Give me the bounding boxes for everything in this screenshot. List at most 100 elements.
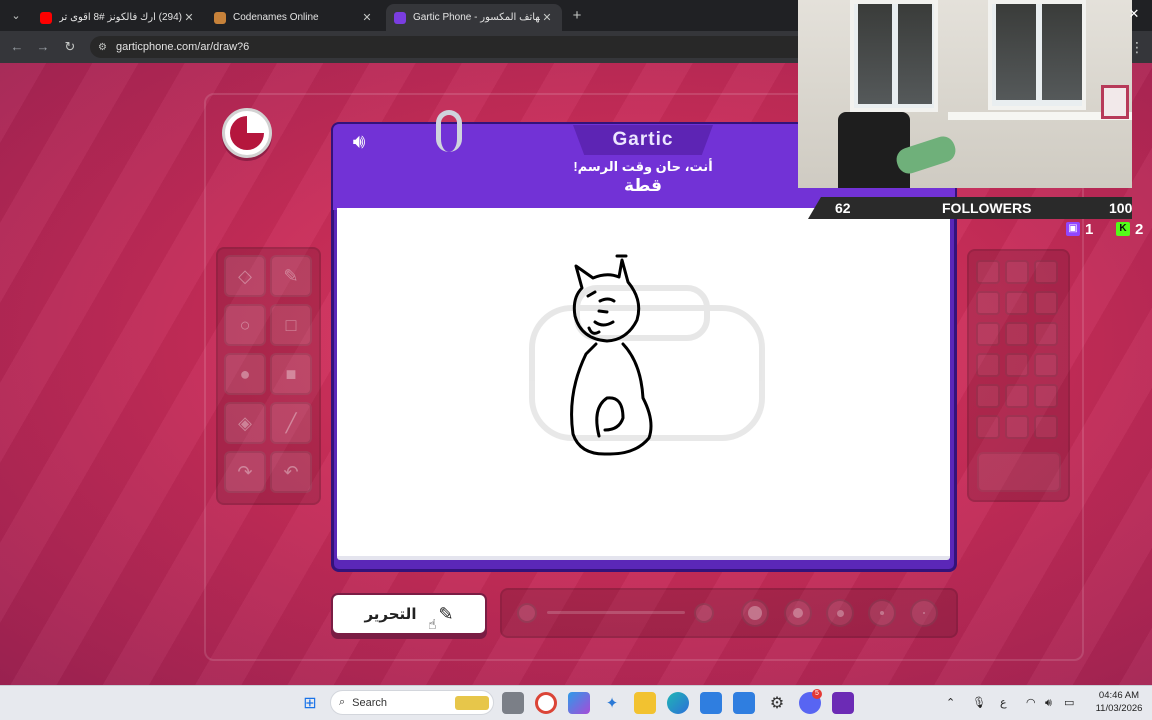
timer-progress xyxy=(230,116,264,150)
mail-icon[interactable] xyxy=(700,692,722,714)
close-icon[interactable]: ✕ xyxy=(1124,4,1144,24)
color-swatch[interactable] xyxy=(1034,322,1058,346)
watermark-logo xyxy=(529,285,765,441)
file-explorer-icon[interactable] xyxy=(634,692,656,714)
fill-bucket-tool-icon[interactable]: ◈ xyxy=(224,402,266,444)
back-arrow-icon[interactable]: ← xyxy=(8,38,26,56)
store-icon[interactable] xyxy=(733,692,755,714)
opacity-slider[interactable] xyxy=(547,611,685,614)
kick-badge: K 2 xyxy=(1116,220,1143,238)
color-swatch[interactable] xyxy=(1034,260,1058,284)
color-swatch[interactable] xyxy=(1005,353,1029,377)
brush-size-l[interactable] xyxy=(784,599,812,627)
followers-count: 62 xyxy=(835,200,851,216)
color-swatch[interactable] xyxy=(1005,322,1029,346)
color-swatch[interactable] xyxy=(976,415,1000,439)
search-placeholder: Search xyxy=(352,696,388,709)
color-swatch[interactable] xyxy=(976,353,1000,377)
undo-icon[interactable]: ↶ xyxy=(270,451,312,493)
webcam-window-left xyxy=(850,0,938,112)
system-clock[interactable]: 04:46 AM 11/03/2026 xyxy=(1094,689,1144,717)
volume-icon[interactable]: 🔊︎ xyxy=(1045,695,1052,711)
close-icon[interactable]: ✕ xyxy=(360,11,374,24)
filled-ellipse-tool-icon[interactable]: ● xyxy=(224,353,266,395)
color-swatch[interactable] xyxy=(1034,384,1058,408)
task-view-icon[interactable] xyxy=(502,692,524,714)
wifi-icon[interactable]: ◠ xyxy=(1026,695,1036,711)
kick-count: 2 xyxy=(1135,220,1144,238)
line-tool-icon[interactable]: ╱ xyxy=(270,402,312,444)
pencil-tool-icon[interactable]: ✎ xyxy=(270,255,312,297)
edit-button-label: التحرير xyxy=(364,606,417,623)
color-swatch[interactable] xyxy=(1034,353,1058,377)
eraser-tool-icon[interactable]: ◇ xyxy=(224,255,266,297)
tab-title: (294) أرك فالكونز #8 اقوى ترويح xyxy=(59,12,182,23)
tab-gartic[interactable]: Gartic Phone - الهاتف المكسور ✕ xyxy=(386,4,562,31)
codenames-icon xyxy=(214,11,226,24)
twitch-count: 1 xyxy=(1085,220,1094,238)
ellipse-tool-icon[interactable]: ○ xyxy=(224,304,266,346)
input-language[interactable]: ع xyxy=(1000,695,1007,711)
reload-icon[interactable]: ↻ xyxy=(61,38,79,56)
tray-overflow-icon[interactable]: ⌃ xyxy=(946,695,955,711)
speaker-icon[interactable]: 🔊︎ xyxy=(343,127,375,157)
followers-label: FOLLOWERS xyxy=(942,200,1032,216)
color-swatch[interactable] xyxy=(1034,291,1058,315)
kick-icon: K xyxy=(1116,222,1130,236)
close-icon[interactable]: ✕ xyxy=(182,11,196,24)
gartic-icon xyxy=(394,11,406,24)
color-swatch[interactable] xyxy=(976,384,1000,408)
draw-prompt: أنت، حان وقت الرسم! xyxy=(573,159,713,174)
new-tab-button[interactable]: + xyxy=(568,7,586,25)
brush-size-s[interactable] xyxy=(868,599,896,627)
drawing-canvas[interactable] xyxy=(337,208,950,560)
gartic-logo: Gartic xyxy=(573,125,713,155)
taskbar-search[interactable]: ⌕ Search xyxy=(330,690,494,715)
color-swatch[interactable] xyxy=(1034,415,1058,439)
address-bar[interactable]: ⚙ garticphone.com/ar/draw?6 xyxy=(90,36,810,58)
close-icon[interactable]: ✕ xyxy=(540,11,554,24)
color-swatch[interactable] xyxy=(1005,291,1029,315)
search-icon: ⌕ xyxy=(339,696,346,708)
color-swatch[interactable] xyxy=(976,260,1000,284)
followers-goal: 100 xyxy=(1109,200,1133,216)
edge-icon[interactable] xyxy=(667,692,689,714)
color-swatch[interactable] xyxy=(1005,384,1029,408)
color-swatch[interactable] xyxy=(1005,415,1029,439)
webcam-photo-frame xyxy=(1101,85,1129,119)
microphone-icon[interactable]: 🎙︎ xyxy=(972,695,986,711)
brush-size-xs[interactable] xyxy=(910,599,938,627)
clip-hook-icon xyxy=(436,110,462,152)
opacity-max-icon xyxy=(694,603,714,623)
tab-codenames[interactable]: Codenames Online ✕ xyxy=(206,4,382,31)
current-color-preview xyxy=(977,452,1061,492)
filled-rectangle-tool-icon[interactable]: ■ xyxy=(270,353,312,395)
tab-youtube[interactable]: (294) أرك فالكونز #8 اقوى ترويح ✕ xyxy=(32,4,204,31)
site-info-icon[interactable]: ⚙ xyxy=(98,42,107,53)
settings-gear-icon[interactable]: ⚙ xyxy=(766,692,788,714)
battery-icon[interactable]: ▭ xyxy=(1064,695,1074,711)
search-highlight-icon xyxy=(455,695,489,710)
discord-badge: 5 xyxy=(812,689,822,699)
obs-icon[interactable] xyxy=(832,692,854,714)
vscode-icon[interactable]: ✦ xyxy=(601,692,623,714)
clock-time: 04:46 AM xyxy=(1098,690,1140,701)
windows-start-icon[interactable]: ⊞ xyxy=(299,692,321,714)
rectangle-tool-icon[interactable]: □ xyxy=(270,304,312,346)
mouse-cursor-icon: ☝ xyxy=(428,616,437,632)
color-swatch[interactable] xyxy=(976,322,1000,346)
redo-icon[interactable]: ↷ xyxy=(224,451,266,493)
canvas-artwork xyxy=(529,254,765,456)
copilot-icon[interactable] xyxy=(568,692,590,714)
edit-button[interactable]: ✎ التحرير xyxy=(331,593,487,635)
color-swatch[interactable] xyxy=(976,291,1000,315)
brush-size-m[interactable] xyxy=(826,599,854,627)
timer-icon xyxy=(222,108,272,158)
tab-search-chevron-icon[interactable]: ⌄ xyxy=(6,6,26,26)
word-to-draw: قطة xyxy=(623,176,662,195)
clock-date: 11/03/2026 xyxy=(1095,703,1143,714)
chrome-icon[interactable] xyxy=(535,692,557,714)
color-swatch[interactable] xyxy=(1005,260,1029,284)
brush-size-xl[interactable] xyxy=(741,599,769,627)
forward-arrow-icon[interactable]: → xyxy=(34,38,52,56)
